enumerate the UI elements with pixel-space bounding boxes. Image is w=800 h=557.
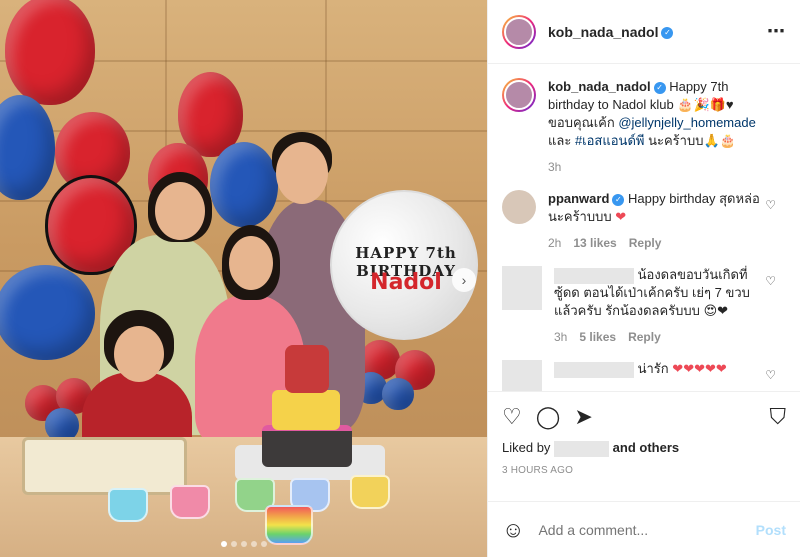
caption: kob_nada_nadol ✓ Happy 7th birthday to Na… [502, 78, 786, 176]
caption-mention-link[interactable]: @jellynjelly_homemade [618, 115, 755, 130]
more-options-icon[interactable]: ⋯ [767, 21, 786, 42]
reply-button[interactable]: Reply [629, 234, 662, 252]
comment-emoji: ❤ [615, 209, 627, 224]
comment-item: น้องดลขอบวันเกิดที่ ซู้ดด ตอนได้เป่าเค้ก… [502, 266, 786, 346]
jelly-cup [108, 488, 148, 522]
verified-badge-icon: ✓ [661, 26, 674, 39]
verified-badge-icon: ✓ [653, 81, 666, 94]
instagram-post: HAPPY 7th BIRTHDAY Nadol › kob_nada_nado… [0, 0, 800, 557]
comment-item: น่ารัก ❤❤❤❤❤ ♡ [502, 360, 786, 391]
jelly-cup [350, 475, 390, 509]
carousel-dot [240, 541, 247, 547]
commenter-avatar[interactable] [502, 360, 542, 391]
chevron-right-icon: › [461, 272, 467, 288]
comments-list: kob_nada_nadol ✓ Happy 7th birthday to Na… [488, 64, 800, 391]
blue-balloon [210, 142, 278, 227]
blue-balloon [0, 95, 55, 200]
girl-face [229, 236, 273, 290]
redacted-username [554, 440, 610, 457]
comment-emoji: ❤❤❤❤❤ [672, 361, 727, 376]
caption-username[interactable]: kob_nada_nadol [548, 79, 651, 94]
jelly-cup [170, 485, 210, 519]
carousel-dots [0, 541, 487, 547]
happy-birthday-balloon: HAPPY 7th BIRTHDAY Nadol [330, 190, 478, 340]
comment-time[interactable]: 2h [548, 234, 561, 252]
post-actions: ♡ ◯ ➤ ⛉ Liked by and others 3 HOURS AGO [488, 391, 800, 501]
post-header: kob_nada_nadol ✓ ⋯ [488, 0, 800, 64]
caption-text: และ [548, 133, 572, 148]
red-balloon [5, 0, 95, 105]
like-icon[interactable]: ♡ [502, 406, 522, 428]
caption-text: นะคร้าบบ🙏🎂 [648, 133, 736, 148]
woman-face [155, 182, 205, 240]
blue-balloon [0, 265, 95, 360]
liked-by-prefix: Liked by [502, 440, 551, 455]
post-time[interactable]: 3 HOURS AGO [502, 465, 786, 476]
next-photo-button[interactable]: › [452, 268, 476, 292]
post-comment-button[interactable]: Post [756, 522, 786, 538]
carousel-dot [250, 541, 257, 547]
sheet-cake [22, 437, 187, 495]
author-username[interactable]: kob_nada_nadol ✓ [548, 24, 674, 40]
caption-hashtag-link[interactable]: #เอสแอนด์พี [575, 133, 645, 148]
comment-likes[interactable]: 13 likes [573, 234, 616, 252]
share-icon[interactable]: ➤ [574, 406, 592, 428]
add-comment-bar: ☺ Post [488, 501, 800, 557]
post-side-panel: kob_nada_nadol ✓ ⋯ kob_nada_nadol ✓ Happy … [487, 0, 800, 557]
redacted-username [554, 361, 634, 378]
emoji-icon[interactable]: ☺ [502, 517, 524, 543]
robot-cake-topper [285, 345, 329, 393]
comment-emoji: 😍❤ [703, 303, 729, 318]
cake-bottom-tier [262, 425, 352, 467]
comment-item: ppanward ✓ Happy birthday สุดหล่อนะคร้าบบ… [502, 190, 786, 252]
comment-text: น่ารัก [637, 361, 669, 376]
reply-button[interactable]: Reply [628, 328, 661, 346]
blue-balloon [382, 378, 414, 410]
bookmark-icon[interactable]: ⛉ [769, 406, 786, 428]
like-comment-icon[interactable]: ♡ [765, 198, 776, 212]
post-photo[interactable]: HAPPY 7th BIRTHDAY Nadol › [0, 0, 487, 557]
like-comment-icon[interactable]: ♡ [765, 368, 776, 382]
comment-input[interactable] [538, 521, 756, 538]
comment-likes[interactable]: 5 likes [579, 328, 616, 346]
liked-by-others-link[interactable]: and others [613, 440, 679, 455]
man-face [276, 142, 328, 204]
verified-badge-icon: ✓ [612, 193, 625, 206]
caption-time[interactable]: 3h [548, 158, 561, 176]
commenter-avatar[interactable] [502, 266, 542, 310]
author-avatar[interactable] [502, 14, 536, 49]
like-comment-icon[interactable]: ♡ [765, 274, 776, 288]
cake-top-tier [272, 390, 340, 430]
caption-text: ขอบคุณเค้ก [548, 115, 615, 130]
boy-face [114, 326, 164, 382]
comment-time[interactable]: 3h [554, 328, 567, 346]
liked-by: Liked by and others [502, 440, 786, 457]
redacted-username [554, 267, 634, 284]
commenter-avatar[interactable] [502, 190, 536, 224]
carousel-dot [230, 541, 237, 547]
carousel-dot [260, 541, 267, 547]
rainbow-jelly-cup [265, 505, 313, 545]
comment-icon[interactable]: ◯ [536, 406, 561, 428]
caption-author-avatar[interactable] [502, 78, 536, 112]
carousel-dot [220, 541, 227, 547]
comment-username[interactable]: ppanward [548, 191, 609, 206]
